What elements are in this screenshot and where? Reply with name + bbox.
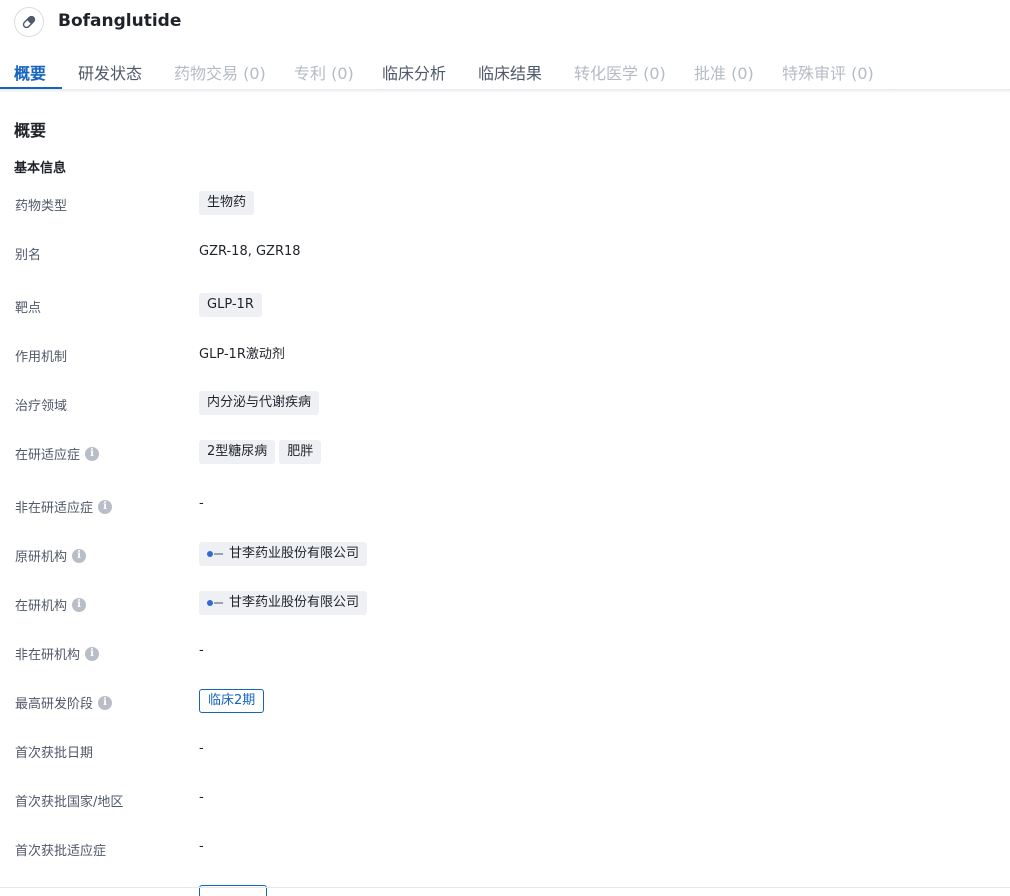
info-icon[interactable]: i bbox=[72, 548, 87, 563]
field-label: 靶点 bbox=[15, 301, 42, 316]
info-icon[interactable]: i bbox=[98, 499, 113, 514]
organization-name: 甘李药业股份有限公司 bbox=[229, 546, 360, 561]
first-approval-date-value: - bbox=[199, 741, 204, 756]
field-label: 非在研适应症 i bbox=[15, 497, 113, 516]
field-value: 甘李药业股份有限公司 bbox=[199, 542, 371, 566]
basic-info-title: 基本信息 bbox=[14, 161, 67, 176]
field-value: 生物药 bbox=[199, 191, 258, 215]
organization-chip[interactable]: 甘李药业股份有限公司 bbox=[199, 591, 368, 615]
field-value: 内分泌与代谢疾病 bbox=[199, 391, 323, 415]
therapeutic-area-chip[interactable]: 内分泌与代谢疾病 bbox=[199, 391, 320, 415]
tab-clinical-analysis[interactable]: 临床分析 bbox=[382, 60, 446, 84]
tab-approvals[interactable]: 批准 (0) bbox=[694, 60, 754, 84]
tab-patents[interactable]: 专利 (0) bbox=[294, 60, 354, 84]
field-label-text: 非在研机构 bbox=[15, 648, 81, 663]
field-label-text: 在研机构 bbox=[15, 599, 68, 614]
field-label: 首次获批适应症 bbox=[15, 844, 107, 859]
inactive-org-value: - bbox=[199, 643, 204, 658]
tab-divider bbox=[0, 89, 1010, 93]
organization-name: 甘李药业股份有限公司 bbox=[229, 595, 360, 610]
company-logo-icon bbox=[207, 599, 223, 608]
field-label-text: 在研适应症 bbox=[15, 448, 81, 463]
field-label: 作用机制 bbox=[15, 350, 68, 365]
info-icon[interactable]: i bbox=[85, 646, 100, 661]
field-label-text: 非在研适应症 bbox=[15, 501, 94, 516]
tab-overview[interactable]: 概要 bbox=[14, 60, 46, 84]
field-value: 临床2期 bbox=[199, 689, 265, 713]
first-approval-indication-value: - bbox=[199, 839, 204, 854]
field-label: 药物类型 bbox=[15, 199, 68, 214]
field-value: GLP-1R bbox=[199, 293, 266, 317]
drug-name: Bofanglutide bbox=[58, 11, 182, 31]
tab-bar: 概要 研发状态 药物交易 (0) 专利 (0) 临床分析 临床结果 转化医学 (… bbox=[0, 56, 1010, 90]
first-approval-region-value: - bbox=[199, 790, 204, 805]
alias-value: GZR-18, GZR18 bbox=[199, 244, 301, 259]
info-icon[interactable]: i bbox=[72, 597, 87, 612]
pill-icon bbox=[14, 7, 44, 37]
field-label: 首次获批国家/地区 bbox=[15, 795, 124, 810]
indication-chip[interactable]: 肥胖 bbox=[279, 440, 322, 464]
indication-chip[interactable]: 2型糖尿病 bbox=[199, 440, 276, 464]
tab-clinical-results[interactable]: 临床结果 bbox=[478, 60, 542, 84]
field-label: 别名 bbox=[15, 248, 42, 263]
field-label: 非在研机构 i bbox=[15, 644, 100, 663]
bottom-divider bbox=[0, 887, 1010, 888]
inactive-indications-value: - bbox=[199, 496, 204, 511]
drug-header: Bofanglutide bbox=[0, 0, 1010, 46]
company-logo-icon bbox=[207, 550, 223, 559]
field-label: 在研适应症 i bbox=[15, 444, 100, 463]
field-label: 原研机构 i bbox=[15, 546, 87, 565]
tab-translational-medicine[interactable]: 转化医学 (0) bbox=[574, 60, 666, 84]
tab-deals[interactable]: 药物交易 (0) bbox=[174, 60, 266, 84]
field-label: 治疗领域 bbox=[15, 399, 68, 414]
info-icon[interactable]: i bbox=[98, 695, 113, 710]
mechanism-value[interactable]: GLP-1R激动剂 bbox=[199, 343, 285, 362]
drug-type-chip[interactable]: 生物药 bbox=[199, 191, 255, 215]
field-label: 首次获批日期 bbox=[15, 746, 94, 761]
field-value: 甘李药业股份有限公司 bbox=[199, 591, 371, 615]
field-label-text: 最高研发阶段 bbox=[15, 697, 94, 712]
field-value: 2型糖尿病 肥胖 bbox=[199, 440, 325, 464]
phase-tag[interactable]: 临床2期 bbox=[199, 689, 265, 713]
section-title: 概要 bbox=[14, 121, 47, 140]
field-label: 在研机构 i bbox=[15, 595, 87, 614]
tab-special-review[interactable]: 特殊审评 (0) bbox=[782, 60, 874, 84]
target-chip[interactable]: GLP-1R bbox=[199, 293, 262, 317]
field-label: 最高研发阶段 i bbox=[15, 693, 113, 712]
field-label-text: 原研机构 bbox=[15, 550, 68, 565]
tab-rd-status[interactable]: 研发状态 bbox=[78, 60, 142, 84]
organization-chip[interactable]: 甘李药业股份有限公司 bbox=[199, 542, 368, 566]
info-icon[interactable]: i bbox=[85, 446, 100, 461]
